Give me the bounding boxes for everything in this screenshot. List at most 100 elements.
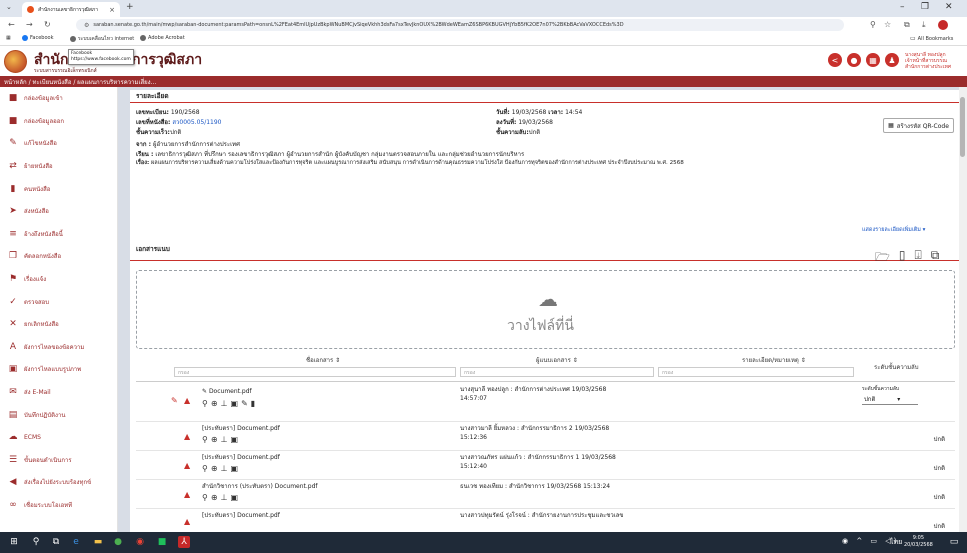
all-bookmarks[interactable]: ▭ All Bookmarks — [910, 35, 953, 42]
col-doc-name[interactable]: ชื่อเอกสาร ⇕ — [306, 355, 340, 365]
new-tab-icon[interactable]: + — [126, 2, 134, 12]
pdf-app-icon[interactable]: ⅄ — [178, 536, 190, 548]
bookmark-facebook[interactable]: Facebook — [22, 35, 54, 41]
table-row[interactable]: ▲ [ประทับตรา] Document.pdf ⚲⊕⊥▣ นางสาวณภ… — [136, 451, 955, 480]
line-app-icon[interactable]: ■ — [156, 536, 168, 548]
close-tab-icon[interactable]: × — [109, 6, 115, 14]
user-icon[interactable]: ♟ — [885, 53, 899, 67]
url-input[interactable]: ⚙ saraban.senate.go.th/main/mwp/saraban-… — [76, 19, 844, 31]
urgency: ชั้นความเร็ว:ปกติ — [136, 129, 182, 136]
back-icon[interactable]: ← — [8, 20, 15, 29]
doc-name[interactable]: [ประทับตรา] Document.pdf — [202, 512, 280, 520]
filter-uploader[interactable]: กรอง — [460, 367, 654, 377]
language-indicator[interactable]: ไทย — [890, 537, 902, 548]
table-row[interactable]: ▲ [ประทับตรา] Document.pdf ⚲⊕⊥▣ นางสาวมา… — [136, 422, 955, 451]
forward-icon[interactable]: → — [26, 20, 33, 29]
filter-doc-name[interactable]: กรอง — [174, 367, 456, 377]
senate-logo[interactable] — [4, 50, 27, 73]
sidebar-item-complaint[interactable]: ◀ ส่งเรื่องไปยังระบบร้องทุกข์ — [0, 471, 117, 494]
doc-name[interactable]: ✎ Document.pdf — [202, 388, 252, 396]
reload-icon[interactable]: ↻ — [44, 20, 51, 29]
sidebar-item-image-flow[interactable]: ▣ ผังการไหลแบบรูปภาพ — [0, 358, 117, 381]
sidebar-item-copy[interactable]: ❐ คัดลอกหนังสือ — [0, 245, 117, 268]
browser-tab[interactable]: สำนักงานเลขาธิการวุฒิสภา × — [22, 2, 120, 17]
task-view-icon[interactable]: ⧉ — [50, 536, 62, 548]
send-icon: ➤ — [9, 206, 17, 217]
table-row[interactable]: ✎ ▲ ✎ Document.pdf ⚲⊕⊥▣✎▮ นางสุนาลี ทองป… — [136, 382, 955, 422]
sidebar-item-inbox[interactable]: ■ กล่องข้อมูลเข้า — [0, 87, 117, 110]
to-row: เรียน : เลขาธิการวุฒิสภา ที่ปรึกษา รองเล… — [136, 151, 525, 158]
sidebar-item-cancel[interactable]: ✕ ยกเลิกหนังสือ — [0, 313, 117, 336]
bookmark-star-icon[interactable]: ☆ — [884, 20, 891, 29]
facebook-icon — [22, 35, 28, 41]
pin-icon[interactable]: ✎ — [171, 396, 178, 405]
sidebar-item-steps[interactable]: ☰ ขั้นตอนดำเนินการ — [0, 449, 117, 472]
chrome-icon[interactable]: ● — [112, 536, 124, 548]
close-window-icon[interactable]: ✕ — [945, 2, 953, 12]
sidebar-item-email[interactable]: ✉ ส่ง E-Mail — [0, 381, 117, 404]
doc-no: เลขที่หนังสือ: สว0005.05/1190 — [136, 119, 222, 126]
extensions-puzzle-icon[interactable]: ⧉ — [904, 20, 910, 30]
row-actions[interactable]: ⚲⊕⊥▣ — [202, 493, 241, 502]
sidebar-item-notify[interactable]: ⚑ เรื่องแจ้ง — [0, 268, 117, 291]
row-actions[interactable]: ⚲⊕⊥▣ — [202, 435, 241, 444]
new-file-icon[interactable]: ▯ — [899, 248, 906, 269]
sidebar-item-link[interactable]: ∞ เชื่อมระบบโอเอทที — [0, 494, 117, 517]
tab-search-icon[interactable]: ⌄ — [6, 3, 12, 11]
sidebar-item-move[interactable]: ⇄ ย้ายหนังสือ — [0, 155, 117, 178]
extension-icon[interactable]: ⚲ — [870, 20, 876, 29]
file-dropzone[interactable]: ☁ วางไฟล์ที่นี่ — [136, 270, 955, 349]
document-icon: ▮ — [10, 183, 16, 194]
doc-name[interactable]: สำนักวิชาการ (ประทับตรา) Document.pdf — [202, 483, 318, 491]
sidebar-item-log[interactable]: ▤ บันทึกปฏิบัติงาน — [0, 403, 117, 426]
inbox-icon: ■ — [8, 93, 18, 104]
file-explorer-icon[interactable]: ▬ — [92, 536, 104, 548]
user-info[interactable]: นางสุนาลี ทองปลูก เจ้าหน้าที่สารบรรณ สำน… — [905, 52, 965, 70]
download-file-icon[interactable]: ⍗ — [915, 248, 922, 269]
sidebar-item-document[interactable]: ▮ คนหนังสือ — [0, 177, 117, 200]
notification-center-icon[interactable]: ▭ — [948, 536, 960, 548]
sidebar-item-send[interactable]: ➤ ส่งหนังสือ — [0, 200, 117, 223]
table-row[interactable]: ▲ [ประทับตรา] Document.pdf นางสาวปทุมรัต… — [136, 509, 955, 532]
minimize-icon[interactable]: – — [900, 2, 905, 12]
doc-name[interactable]: [ประทับตรา] Document.pdf — [202, 425, 280, 433]
pdf-icon: ▲ — [184, 490, 191, 499]
windows-start-icon[interactable]: ⊞ — [8, 536, 20, 548]
scrollbar-thumb[interactable] — [960, 97, 965, 157]
row-actions[interactable]: ⚲⊕⊥▣ — [202, 464, 241, 473]
sidebar-item-edit[interactable]: ✎ แก้ไขหนังสือ — [0, 132, 117, 155]
share-icon[interactable]: < — [828, 53, 842, 67]
bookmark-internet[interactable]: ระบบเคลื่อนไหว internet — [70, 35, 134, 43]
profile-avatar[interactable] — [938, 20, 948, 30]
apps-grid-icon[interactable]: ▦ — [866, 53, 880, 67]
apps-icon[interactable]: ▦ — [6, 35, 11, 41]
show-more-link[interactable]: แสดงรายละเอียดเพิ่มเติม ▾ — [862, 226, 925, 234]
doc-name[interactable]: [ประทับตรา] Document.pdf — [202, 454, 280, 462]
col-uploader[interactable]: ผู้แนบเอกสาร ⇕ — [536, 355, 578, 365]
sidebar-item-check[interactable]: ✓ ตรวจสอบ — [0, 290, 117, 313]
notification-bell-icon[interactable]: ● — [847, 53, 861, 67]
sidebar-item-flow[interactable]: A ผังการไหลของข้อความ — [0, 336, 117, 359]
filter-remark[interactable]: กรอง — [658, 367, 854, 377]
open-folder-icon[interactable]: 🗁 — [875, 248, 890, 269]
row-actions[interactable]: ⚲⊕⊥▣✎▮ — [202, 399, 258, 408]
download-icon[interactable]: ⤓ — [922, 20, 926, 30]
site-info-icon[interactable]: ⚙ — [84, 22, 89, 29]
sidebar-item-reference[interactable]: ≡ อ้างถึงหนังสือนี้ — [0, 223, 117, 246]
table-row[interactable]: ▲ สำนักวิชาการ (ประทับตรา) Document.pdf … — [136, 480, 955, 509]
pdf-icon: ▲ — [184, 461, 191, 470]
app-icon[interactable]: ◉ — [134, 536, 146, 548]
edge-browser-icon[interactable]: e — [70, 536, 82, 548]
copy-file-icon[interactable]: ⧉ — [931, 248, 940, 269]
level-select[interactable]: ปกติ ▾ — [862, 394, 918, 405]
qr-code-button[interactable]: ▦ สร้างรหัส QR-Code — [883, 118, 954, 133]
bookmark-adobe[interactable]: Adobe Acrobat — [140, 35, 185, 41]
search-icon[interactable]: ⚲ — [30, 536, 42, 548]
maximize-icon[interactable]: ❐ — [921, 2, 929, 12]
clock[interactable]: 9:05 20/03/2568 — [904, 535, 933, 549]
page-scrollbar[interactable] — [959, 87, 967, 532]
sidebar-item-outbox[interactable]: ■ กล่องข้อมูลออก — [0, 110, 117, 133]
col-remark[interactable]: รายละเอียด/หมายเหตุ ⇕ — [742, 355, 806, 365]
sidebar-item-ecms[interactable]: ☁ ECMS — [0, 426, 117, 449]
breadcrumb-text[interactable]: หน้าหลัก / ทะเบียนหนังสือ / ผลแผนการบริห… — [4, 77, 156, 87]
